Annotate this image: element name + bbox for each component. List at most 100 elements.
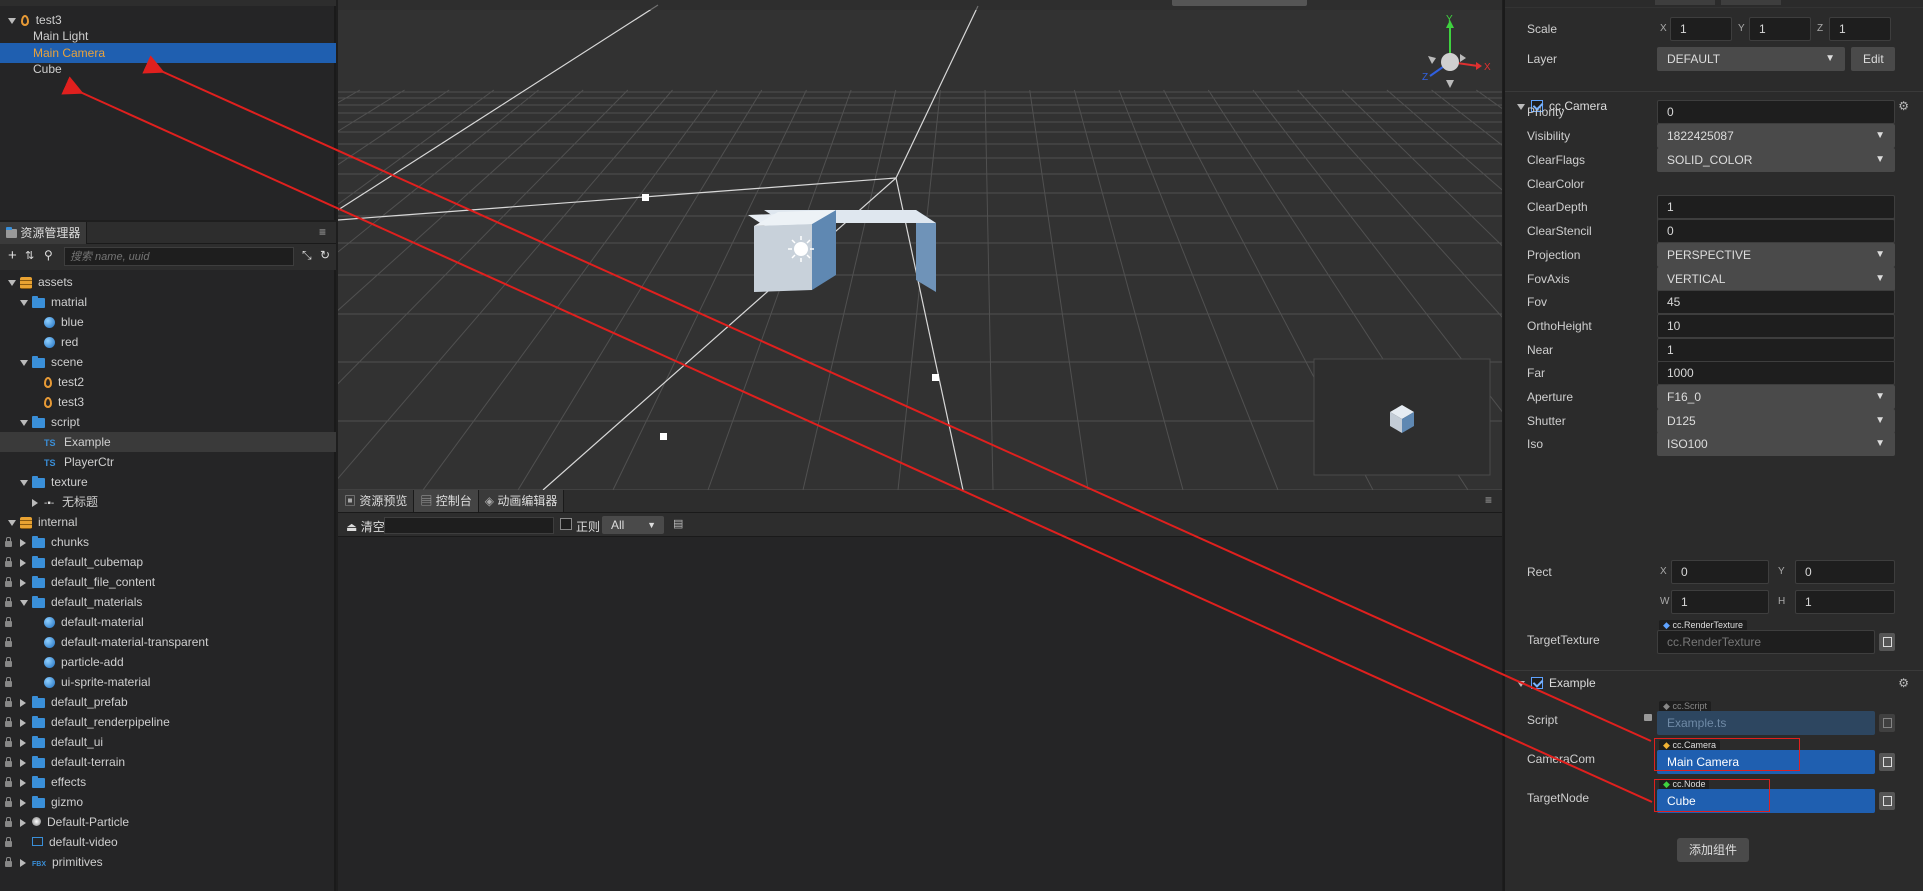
frustum-handle[interactable] xyxy=(642,194,649,201)
asset-tree-item[interactable]: default-video xyxy=(0,832,336,852)
clearStencil-field[interactable]: 0 xyxy=(1657,219,1895,243)
scene-view[interactable]: Y X Z xyxy=(338,0,1502,490)
collapse-icon[interactable] xyxy=(20,558,26,567)
add-component-button[interactable]: 添加组件 xyxy=(1677,838,1749,862)
asset-tree-item[interactable]: scene xyxy=(0,352,336,372)
rect-y-field[interactable]: 0 xyxy=(1795,560,1895,584)
asset-tree-item[interactable]: test2 xyxy=(0,372,336,392)
asset-tree-item[interactable]: default-material-transparent xyxy=(0,632,336,652)
console-filter-input[interactable] xyxy=(384,517,554,534)
clear-button[interactable]: ⏏ 清空 xyxy=(346,518,385,535)
scale-y-field[interactable]: 1 xyxy=(1749,17,1811,41)
collapse-icon[interactable] xyxy=(1517,680,1525,687)
asset-tree-item[interactable]: default_prefab xyxy=(0,692,336,712)
frustum-handle[interactable] xyxy=(660,433,667,440)
expand-icon[interactable] xyxy=(20,359,28,366)
collapse-icon[interactable] xyxy=(20,578,26,587)
gear-icon[interactable]: ⚙ xyxy=(1898,94,1909,118)
collapse-icon[interactable] xyxy=(32,498,38,507)
iso-select[interactable]: ISO100 ▼ xyxy=(1657,432,1895,456)
asset-tree-item[interactable]: default_file_content xyxy=(0,572,336,592)
collapse-icon[interactable] xyxy=(20,758,26,767)
asset-tree-item[interactable]: default_cubemap xyxy=(0,552,336,572)
asset-tree-item[interactable]: assets xyxy=(0,272,336,292)
copy-log-icon[interactable]: ▤ xyxy=(673,517,683,530)
priority-field[interactable]: 0 xyxy=(1657,100,1895,124)
target-texture-field[interactable]: cc.RenderTexture xyxy=(1657,630,1875,654)
rect-w-field[interactable]: 1 xyxy=(1671,590,1769,614)
cube-model[interactable] xyxy=(748,210,936,292)
collapse-icon[interactable] xyxy=(20,798,26,807)
layer-select[interactable]: DEFAULT ▼ xyxy=(1657,47,1845,71)
panel-menu-icon[interactable]: ≡ xyxy=(1485,493,1492,507)
expand-icon[interactable] xyxy=(8,519,16,526)
shutter-select[interactable]: D125 ▼ xyxy=(1657,409,1895,433)
aperture-select[interactable]: F16_0 ▼ xyxy=(1657,385,1895,409)
asset-tree-item[interactable]: default_ui xyxy=(0,732,336,752)
asset-tree-item[interactable]: internal xyxy=(0,512,336,532)
asset-tree-item[interactable]: red xyxy=(0,332,336,352)
fovAxis-select[interactable]: VERTICAL ▼ xyxy=(1657,267,1895,291)
asset-tree-item[interactable]: ui-sprite-material xyxy=(0,672,336,692)
far-field[interactable]: 1000 xyxy=(1657,361,1895,385)
expand-icon[interactable] xyxy=(20,479,28,486)
collapse-icon[interactable] xyxy=(20,698,26,707)
scale-z-field[interactable]: 1 xyxy=(1829,17,1891,41)
collapse-icon[interactable] xyxy=(20,818,26,827)
asset-tree-item[interactable]: default-material xyxy=(0,612,336,632)
asset-picker-icon[interactable] xyxy=(1879,633,1895,651)
asset-tree-item[interactable]: test3 xyxy=(0,392,336,412)
near-field[interactable]: 1 xyxy=(1657,338,1895,362)
asset-tree-item[interactable]: script xyxy=(0,412,336,432)
hierarchy-item-cube[interactable]: Cube xyxy=(0,59,336,79)
visibility-select[interactable]: 1822425087 ▼ xyxy=(1657,124,1895,148)
example-enabled-checkbox[interactable] xyxy=(1531,676,1543,689)
asset-tree-item[interactable]: -▪- 无标题 xyxy=(0,492,336,512)
orientation-gizmo[interactable]: Y X Z xyxy=(1422,14,1491,88)
asset-tree-item[interactable]: chunks xyxy=(0,532,336,552)
scene-toolbar-button[interactable] xyxy=(1172,0,1307,6)
node-picker-icon[interactable] xyxy=(1879,792,1895,810)
frustum-handle[interactable] xyxy=(932,374,939,381)
asset-tree-item[interactable]: Default-Particle xyxy=(0,812,336,832)
asset-tree-item[interactable]: gizmo xyxy=(0,792,336,812)
fov-field[interactable]: 45 xyxy=(1657,290,1895,314)
tab-asset-preview[interactable]: ▣ 资源预览 xyxy=(338,490,415,512)
example-component-header[interactable]: Example ⚙ xyxy=(1517,671,1913,695)
log-level-select[interactable]: All ▼ xyxy=(602,516,664,534)
clearDepth-field[interactable]: 1 xyxy=(1657,195,1895,219)
asset-tree-item[interactable]: default_renderpipeline xyxy=(0,712,336,732)
tab-console[interactable]: ▤ 控制台 xyxy=(414,490,479,512)
asset-tree-item[interactable]: blue xyxy=(0,312,336,332)
projection-select[interactable]: PERSPECTIVE ▼ xyxy=(1657,243,1895,267)
collapse-icon[interactable] xyxy=(20,538,26,547)
rect-h-field[interactable]: 1 xyxy=(1795,590,1895,614)
asset-tree-item[interactable]: matrial xyxy=(0,292,336,312)
asset-tree-item[interactable]: texture xyxy=(0,472,336,492)
asset-tree-item[interactable]: FBX primitives xyxy=(0,852,336,872)
orthoHeight-field[interactable]: 10 xyxy=(1657,314,1895,338)
asset-tree-item[interactable]: default-terrain xyxy=(0,752,336,772)
collapse-icon[interactable] xyxy=(1517,103,1525,110)
asset-tree-item[interactable]: TS PlayerCtr xyxy=(0,452,336,472)
collapse-icon[interactable] xyxy=(20,858,26,867)
collapse-icon[interactable] xyxy=(20,738,26,747)
gear-icon[interactable]: ⚙ xyxy=(1898,671,1909,695)
clearFlags-select[interactable]: SOLID_COLOR ▼ xyxy=(1657,148,1895,172)
layer-edit-button[interactable]: Edit xyxy=(1851,47,1895,71)
node-picker-icon[interactable] xyxy=(1879,753,1895,771)
tab-animation-editor[interactable]: ◈ 动画编辑器 xyxy=(478,490,565,512)
asset-tree-item[interactable]: particle-add xyxy=(0,652,336,672)
regex-checkbox[interactable] xyxy=(560,518,572,530)
asset-tree-item[interactable]: effects xyxy=(0,772,336,792)
collapse-icon[interactable] xyxy=(20,718,26,727)
expand-icon[interactable] xyxy=(20,299,28,306)
scale-x-field[interactable]: 1 xyxy=(1670,17,1732,41)
asset-tree-item[interactable]: TS Example xyxy=(0,432,336,452)
expand-icon[interactable] xyxy=(8,279,16,286)
rect-x-field[interactable]: 0 xyxy=(1671,560,1769,584)
expand-icon[interactable] xyxy=(8,17,16,24)
asset-tree-item[interactable]: default_materials xyxy=(0,592,336,612)
expand-icon[interactable] xyxy=(20,599,28,606)
collapse-icon[interactable] xyxy=(20,778,26,787)
